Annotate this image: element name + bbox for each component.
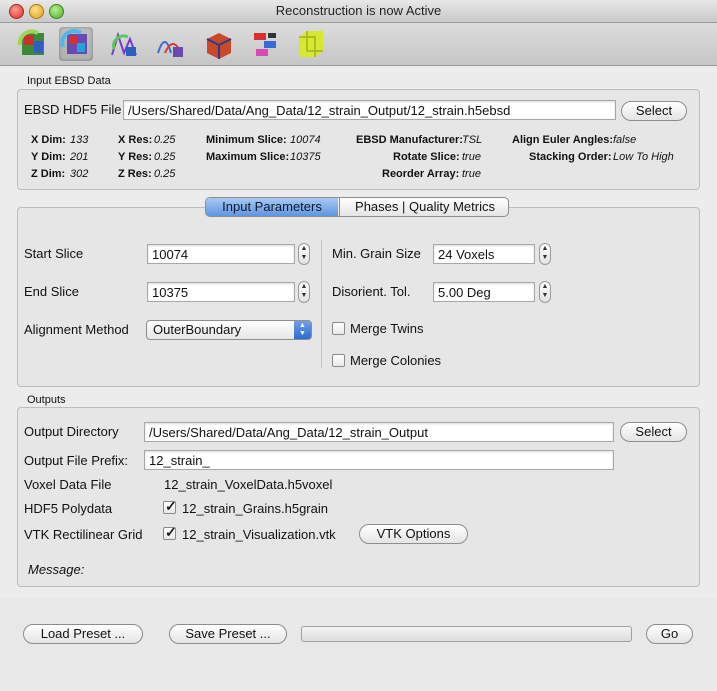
vtk-grid-checkbox[interactable]: ✓ [163,524,177,540]
tab-phases-quality-metrics[interactable]: Phases | Quality Metrics [339,198,508,216]
merge-colonies-checkbox[interactable] [332,354,345,367]
ebsd-file-field[interactable]: /Users/Shared/Data/Ang_Data/12_strain_Ou… [123,100,616,120]
alignment-method-select[interactable]: OuterBoundary ▲ ▼ [146,320,312,340]
statistics-icon[interactable] [155,27,189,61]
align-sections-icon[interactable] [16,27,50,61]
x-res-label: X Res: [118,134,153,146]
min-grain-size-stepper[interactable]: ▲ ▼ [539,243,551,265]
x-res-value: 0.25 [154,134,176,146]
y-dim-label: Y Dim: [31,151,66,163]
checkmark-icon: ✓ [165,498,177,514]
select-arrows-icon: ▲ ▼ [294,321,311,339]
max-slice-value: 10375 [290,151,321,163]
toolbar [0,23,717,66]
x-dim-label: X Dim: [31,134,66,146]
manufacturer-label: EBSD Manufacturer: [356,134,463,146]
voxel-data-file-label: Voxel Data File [24,477,112,492]
z-res-value: 0.25 [154,168,176,180]
min-grain-size-field[interactable]: 24 Voxels [433,244,535,264]
reorder-array-label: Reorder Array: [382,168,460,180]
parameters-tab-bar: Input Parameters Phases | Quality Metric… [205,197,509,217]
disorientation-tolerance-stepper[interactable]: ▲ ▼ [539,281,551,303]
hdf5-polydata-label: HDF5 Polydata [24,501,113,516]
output-directory-field[interactable]: /Users/Shared/Data/Ang_Data/12_strain_Ou… [144,422,614,442]
progress-bar [301,626,632,642]
input-ebsd-group: EBSD HDF5 File /Users/Shared/Data/Ang_Da… [17,89,700,190]
params-divider [321,240,322,368]
alignment-method-label: Alignment Method [24,322,129,337]
disorientation-tolerance-label: Disorient. Tol. [332,284,411,299]
load-preset-button[interactable]: Load Preset ... [23,624,143,644]
rotate-slice-value: true [462,151,481,163]
y-res-label: Y Res: [118,151,153,163]
voxel-data-file-value: 12_strain_VoxelData.h5voxel [164,477,333,492]
end-slice-stepper[interactable]: ▲ ▼ [298,281,310,303]
grain-generator-icon[interactable] [108,27,142,61]
title-bar: Reconstruction is now Active [0,0,717,23]
y-res-value: 0.25 [154,151,176,163]
vtk-options-button[interactable]: VTK Options [359,524,468,544]
disorientation-tolerance-field[interactable]: 5.00 Deg [433,282,535,302]
align-euler-label: Align Euler Angles: [512,134,614,146]
reconstruction-icon[interactable] [59,27,93,61]
rotate-slice-label: Rotate Slice: [393,151,460,163]
start-slice-label: Start Slice [24,246,84,261]
vtk-grid-label: VTK Rectilinear Grid [24,527,143,542]
merge-twins-label: Merge Twins [350,321,424,336]
z-dim-label: Z Dim: [31,168,66,180]
align-euler-value: false [613,134,637,146]
start-slice-stepper[interactable]: ▲ ▼ [298,243,310,265]
stacking-order-value: Low To High [613,151,674,163]
reorder-array-value: true [462,168,481,180]
max-slice-label: Maximum Slice: [206,151,290,163]
outputs-group-title: Outputs [27,394,66,406]
message-label: Message: [28,562,85,577]
hdf5-polydata-checkbox[interactable]: ✓ [163,498,177,514]
vtk-grid-value: 12_strain_Visualization.vtk [182,527,336,542]
z-res-label: Z Res: [118,168,152,180]
end-slice-field[interactable]: 10375 [147,282,295,302]
y-dim-value: 201 [70,151,89,163]
hdf5-polydata-value: 12_strain_Grains.h5grain [182,501,328,516]
go-button[interactable]: Go [646,624,693,644]
x-dim-value: 133 [70,134,89,146]
start-slice-field[interactable]: 10074 [147,244,295,264]
manufacturer-value: TSL [462,134,483,146]
merge-colonies-label: Merge Colonies [350,353,442,368]
tab-input-parameters[interactable]: Input Parameters [206,198,338,216]
input-group-title: Input EBSD Data [27,75,111,87]
output-prefix-field[interactable]: 12_strain_ [144,450,614,470]
footer-area [0,598,717,691]
min-slice-label: Minimum Slice: [206,134,287,146]
merge-twins-checkbox[interactable] [332,322,345,335]
checkmark-icon: ✓ [165,524,177,540]
output-prefix-label: Output File Prefix: [24,453,129,468]
output-select-button[interactable]: Select [620,422,687,442]
min-grain-size-label: Min. Grain Size [332,246,421,261]
crystal-icon[interactable] [293,27,327,61]
alignment-method-value: OuterBoundary [153,322,242,337]
stacking-order-label: Stacking Order: [529,151,612,163]
end-slice-label: End Slice [24,284,79,299]
min-slice-value: 10074 [290,134,321,146]
ebsd-select-button[interactable]: Select [621,101,687,121]
volume-mesh-icon[interactable] [248,27,282,61]
output-directory-label: Output Directory [24,424,119,439]
ebsd-file-label: EBSD HDF5 File [24,102,122,117]
surface-mesh-icon[interactable] [201,27,235,61]
z-dim-value: 302 [70,168,89,180]
save-preset-button[interactable]: Save Preset ... [169,624,287,644]
window-title: Reconstruction is now Active [275,3,442,18]
